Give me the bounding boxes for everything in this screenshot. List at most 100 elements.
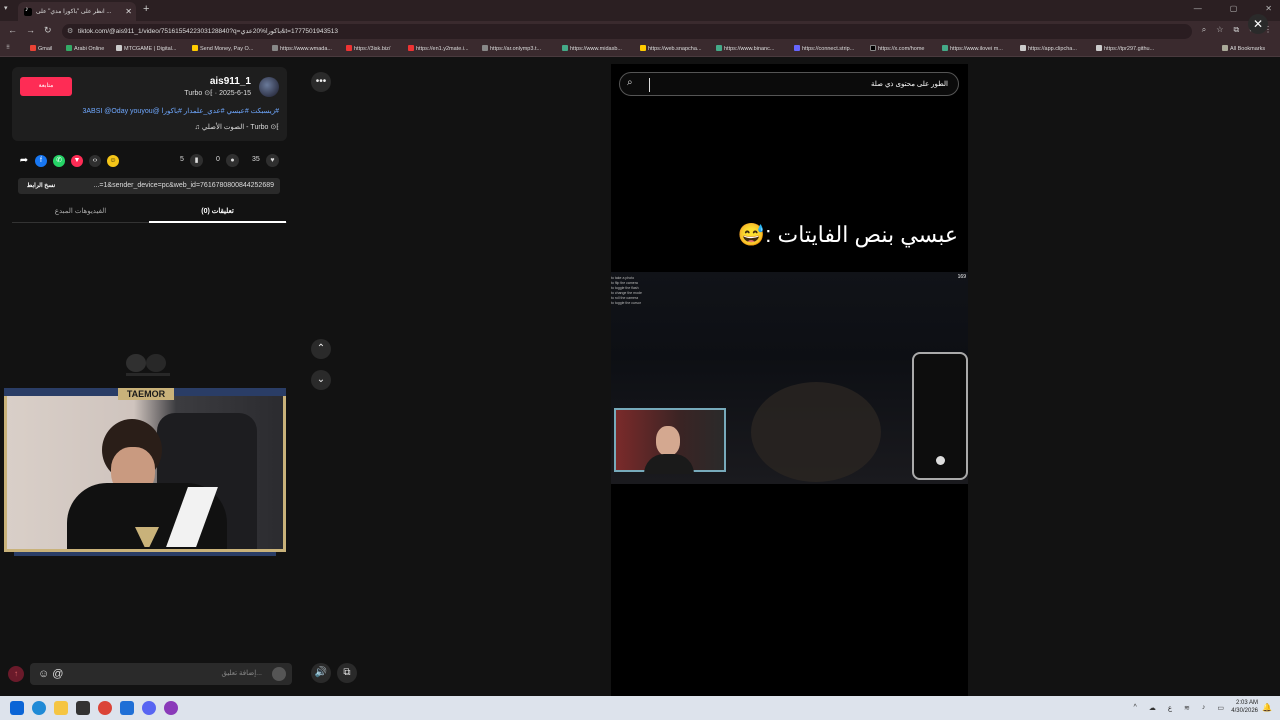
language-icon[interactable]: ع [1168, 704, 1172, 712]
post-sound[interactable]: ♫ الصوت الأصلي - Turbo ⊙⁅ [195, 123, 279, 131]
windows-taskbar: ^ ☁ ع ≋ ♪ ▭ 2:03 AM 4/30/2026 🔔 [0, 696, 1280, 720]
store-icon[interactable] [76, 701, 90, 715]
webcam-frame-label: TAEMOR [118, 388, 174, 400]
previous-video-icon[interactable]: ⌃ [311, 339, 331, 359]
speaker-icon[interactable]: ♪ [1202, 704, 1206, 712]
file-explorer-icon[interactable] [54, 701, 68, 715]
video-link-text[interactable]: ...=1&sender_device=pc&web_id=7616780800… [94, 178, 274, 194]
creator-avatar[interactable] [259, 77, 279, 97]
discord-icon[interactable] [142, 701, 156, 715]
bookmark-item[interactable]: Arabi Online [66, 45, 104, 52]
app-icon[interactable] [164, 701, 178, 715]
search-icon[interactable]: ⌕ [627, 77, 633, 88]
back-icon[interactable]: ← [8, 25, 17, 35]
saves-count: 5 [180, 156, 184, 163]
tiktok-share-icon[interactable]: ▼ [71, 155, 83, 167]
ingame-webcam [614, 408, 726, 474]
browser-tab[interactable]: انظر على "باكورا مدي" على ... ✕ [18, 2, 136, 21]
close-video-icon[interactable]: ✕ [1248, 14, 1268, 34]
game-hud: to take a photo to flip the camera to to… [611, 276, 642, 305]
battery-icon[interactable]: ▭ [1217, 704, 1224, 712]
next-video-icon[interactable]: ⌄ [311, 370, 331, 390]
reload-icon[interactable]: ↻ [44, 25, 52, 36]
game-hud-number: 169 [957, 274, 966, 280]
browser-tab-bar: ▾ انظر على "باكورا مدي" على ... ✕ + — ▢ … [0, 0, 1280, 21]
bookmark-item[interactable]: https://en1.y2mate.i... [408, 45, 469, 52]
post-info-card: متابعة ais911_1 Turbo ⊙⁅ · 2025-6-15 #زي… [12, 67, 287, 141]
comment-icon[interactable]: ● [226, 154, 239, 167]
streamer-webcam-overlay [4, 392, 286, 552]
pip-icon[interactable]: ⧉ [337, 663, 357, 683]
notification-icon[interactable]: 🔔 [1262, 703, 1272, 712]
apps-grid-icon[interactable]: ⠿ [6, 45, 10, 51]
comment-bar: ↑ ☺ @ إضافة تعليق... [0, 661, 298, 687]
embed-code-icon[interactable]: ‹› [89, 155, 101, 167]
bookmark-icon[interactable]: ▮ [190, 154, 203, 167]
video-caption: عبسي بنص الفايتات :😅 [737, 222, 958, 247]
window-controls: — ▢ ✕ [1194, 4, 1272, 13]
like-heart-icon[interactable]: ♥ [266, 154, 279, 167]
comment-placeholder: إضافة تعليق... [221, 670, 262, 677]
bookmark-item[interactable]: https://web.snapcha... [640, 45, 702, 52]
bookmark-item[interactable]: https://3isk.biz/ [346, 45, 390, 52]
tab-close-icon[interactable]: ✕ [125, 7, 132, 16]
bookmark-star-icon[interactable]: ☆ [1216, 25, 1223, 35]
bookmark-item[interactable]: Gmail [30, 45, 52, 52]
video-search-bar[interactable]: ⌕ الطور على محتوى ذي صلة [619, 72, 959, 96]
more-options-icon[interactable]: ••• [311, 72, 331, 92]
bookmark-item[interactable]: https://x.com/home [870, 45, 924, 52]
app-icon[interactable] [120, 701, 134, 715]
tab-comments[interactable]: تعليقات (0) [149, 207, 286, 215]
minimize-icon[interactable]: — [1194, 4, 1202, 13]
creator-subline: Turbo ⊙⁅ · 2025-6-15 [184, 90, 251, 97]
bookmark-item[interactable]: https://www.wmada... [272, 45, 332, 52]
extensions-icon[interactable]: ⧉ [1233, 25, 1239, 35]
url-field[interactable]: ⚙ tiktok.com/@ais911_1/video/75161554223… [62, 24, 1192, 39]
copy-link-button[interactable]: نسخ الرابط [18, 178, 64, 194]
bookmark-item[interactable]: https://www.binanc... [716, 45, 774, 52]
window-close-icon[interactable]: ✕ [1265, 4, 1272, 13]
follow-button[interactable]: متابعة [20, 77, 72, 96]
bookmark-item[interactable]: MTCGAME | Digital... [116, 45, 176, 52]
whatsapp-icon[interactable]: ✆ [53, 155, 65, 167]
tab-creator-videos[interactable]: الفيديوهات المبدع [12, 207, 149, 215]
site-info-icon[interactable]: ⚙ [67, 24, 73, 39]
emoji-share-icon[interactable]: ☺ [107, 155, 119, 167]
start-icon[interactable] [10, 701, 24, 715]
post-description[interactable]: #زيسبكت #عبسي #عدي_علمدار #باكورا @3ABSI… [82, 107, 279, 115]
bookmark-item[interactable]: https://tpr297.githu... [1096, 45, 1154, 52]
share-arrow-icon[interactable]: ➦ [18, 155, 30, 167]
emoji-mention-icons[interactable]: ☺ @ [38, 663, 63, 685]
tab-search-icon[interactable]: ▾ [4, 4, 8, 12]
new-tab-icon[interactable]: + [143, 3, 149, 15]
wifi-icon[interactable]: ≋ [1184, 704, 1190, 712]
bookmark-item[interactable]: https://www.ilovei m... [942, 45, 1003, 52]
bookmark-item[interactable]: Send Money, Pay O... [192, 45, 253, 52]
clock[interactable]: 2:03 AM 4/30/2026 [1231, 699, 1258, 715]
edge-icon[interactable] [32, 701, 46, 715]
bookmark-item[interactable]: https://www.midasb... [562, 45, 622, 52]
creator-username[interactable]: ais911_1 [210, 76, 251, 87]
volume-icon[interactable]: 🔊 [311, 663, 331, 683]
maximize-icon[interactable]: ▢ [1230, 4, 1238, 13]
comment-input[interactable]: ☺ @ إضافة تعليق... [30, 663, 292, 685]
onedrive-icon[interactable]: ☁ [1149, 704, 1156, 712]
all-bookmarks[interactable]: All Bookmarks [1222, 45, 1265, 52]
send-comment-icon[interactable]: ↑ [8, 666, 24, 682]
url-text: tiktok.com/@ais911_1/video/7516155422303… [78, 28, 338, 35]
comments-count: 0 [216, 156, 220, 163]
zoom-icon[interactable]: ⌕ [1202, 25, 1206, 35]
bookmark-item[interactable]: https://connect.strip... [794, 45, 854, 52]
likes-count: 35 [252, 156, 260, 163]
search-input[interactable]: الطور على محتوى ذي صلة [871, 73, 948, 97]
chrome-icon[interactable] [98, 701, 112, 715]
gameplay-frame: to take a photo to flip the camera to to… [611, 272, 968, 484]
facebook-icon[interactable]: f [35, 155, 47, 167]
forward-icon[interactable]: → [26, 25, 35, 35]
bookmark-item[interactable]: https://app.clipcha... [1020, 45, 1077, 52]
chevron-up-icon[interactable]: ^ [1134, 704, 1137, 712]
user-avatar [272, 667, 286, 681]
video-player[interactable]: ⌕ الطور على محتوى ذي صلة عبسي بنص الفايت… [611, 64, 968, 696]
bookmark-item[interactable]: https://ar.onlymp3.t... [482, 45, 541, 52]
system-tray: ^ ☁ ع ≋ ♪ ▭ [1134, 704, 1224, 712]
